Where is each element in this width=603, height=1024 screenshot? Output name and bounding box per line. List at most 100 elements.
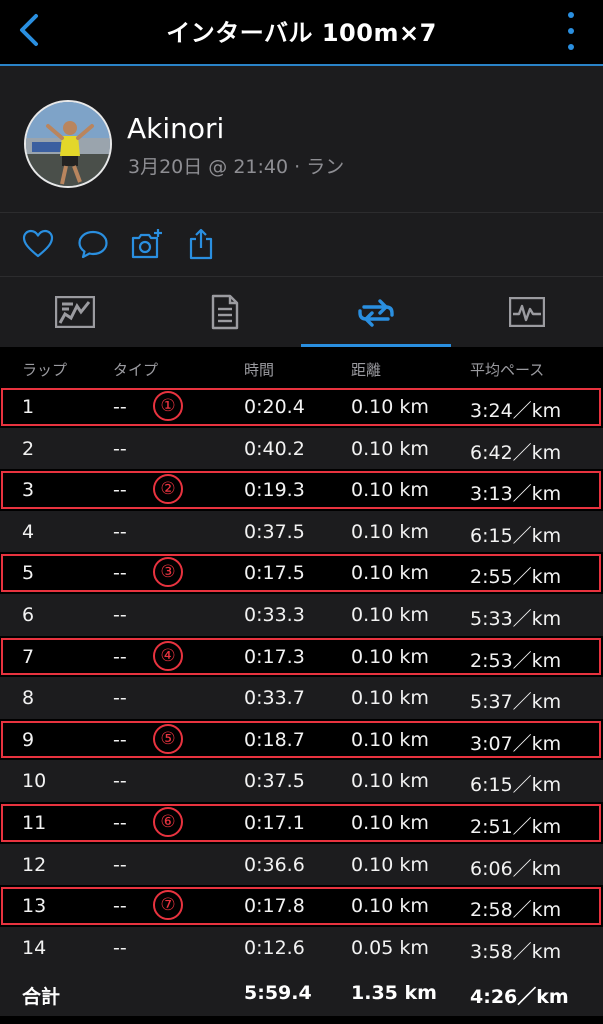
- share-button[interactable]: [184, 227, 218, 261]
- lap-type: --: [113, 645, 127, 668]
- tab-details[interactable]: [150, 277, 300, 347]
- interval-marker: ⑤: [153, 723, 183, 754]
- table-row[interactable]: 5 -- 0:17.5 0.10 km 2:55／km ③: [0, 552, 603, 594]
- details-list-icon: [211, 294, 239, 330]
- lap-number: 12: [22, 853, 47, 876]
- lap-distance: 0.10 km: [351, 562, 429, 585]
- column-header-time: 時間: [244, 361, 275, 379]
- lap-number: 5: [22, 562, 35, 585]
- interval-marker: ③: [153, 557, 183, 588]
- table-row[interactable]: 8 -- 0:33.7 0.10 km 5:37／km: [0, 677, 603, 719]
- lap-time: 0:37.5: [244, 520, 305, 543]
- activity-profile: Akinori 3月20日 @ 21:40 · ラン: [0, 66, 603, 213]
- lap-distance: 0.10 km: [351, 811, 429, 834]
- column-header-pace: 平均ペース: [470, 361, 545, 379]
- lap-pace: 5:37／km: [470, 691, 562, 714]
- heart-icon: [22, 229, 54, 258]
- lap-number: 6: [22, 603, 35, 626]
- table-row[interactable]: 2 -- 0:40.2 0.10 km 6:42／km: [0, 427, 603, 470]
- table-row[interactable]: 4 -- 0:37.5 0.10 km 6:15／km: [0, 510, 603, 553]
- lap-time: 0:18.7: [244, 728, 305, 751]
- lap-number: 3: [22, 479, 35, 502]
- more-vertical-icon: [568, 12, 574, 18]
- table-row[interactable]: 12 -- 0:36.6 0.10 km 6:06／km: [0, 843, 603, 886]
- table-row[interactable]: 3 -- 0:19.3 0.10 km 3:13／km ②: [0, 469, 603, 511]
- lap-number: 7: [22, 645, 35, 668]
- lap-type: --: [113, 895, 127, 918]
- lap-type: --: [113, 687, 127, 710]
- lap-time: 0:17.3: [244, 645, 305, 668]
- back-button[interactable]: [8, 8, 52, 52]
- column-header-lap: ラップ: [22, 361, 68, 379]
- lap-pace: 2:51／km: [470, 815, 562, 838]
- table-row[interactable]: 9 -- 0:18.7 0.10 km 3:07／km ⑤: [0, 718, 603, 761]
- lap-distance: 0.10 km: [351, 603, 429, 626]
- page-title: インターバル 100m×7: [166, 18, 437, 47]
- interval-marker: ②: [153, 474, 183, 505]
- table-row[interactable]: 11 -- 0:17.1 0.10 km 2:51／km ⑥: [0, 801, 603, 844]
- comment-button[interactable]: [76, 227, 110, 261]
- more-dot: [568, 44, 574, 50]
- column-header-type: タイプ: [113, 361, 159, 379]
- lap-pace: 3:24／km: [470, 400, 562, 422]
- interval-marker: ⑥: [153, 806, 183, 837]
- lap-distance: 0.10 km: [351, 687, 429, 710]
- lap-pace: 6:15／km: [470, 524, 562, 547]
- interval-marker: ①: [153, 391, 183, 421]
- table-row[interactable]: 7 -- 0:17.3 0.10 km 2:53／km ④: [0, 635, 603, 678]
- lap-pace: 3:07／km: [470, 732, 562, 755]
- lap-number: 2: [22, 437, 35, 460]
- table-row[interactable]: 14 -- 0:12.6 0.05 km 3:58／km: [0, 926, 603, 969]
- user-name[interactable]: Akinori: [127, 112, 224, 145]
- add-photo-button[interactable]: [130, 227, 164, 261]
- avatar[interactable]: [24, 100, 112, 188]
- table-row[interactable]: 6 -- 0:33.3 0.10 km 5:33／km: [0, 593, 603, 636]
- activity-tabs: [0, 277, 603, 347]
- lap-distance: 0.10 km: [351, 895, 429, 918]
- lap-number: 9: [22, 728, 35, 751]
- lap-type: --: [113, 520, 127, 543]
- lap-time: 0:33.7: [244, 687, 305, 710]
- total-label: 合計: [22, 986, 61, 1009]
- laps-icon: [358, 299, 394, 327]
- laps-table: ラップ タイプ 時間 距離 平均ペース 1 -- 0:20.4 0.10 km 3:24…: [0, 348, 603, 1017]
- lap-distance: 0.10 km: [351, 479, 429, 502]
- tab-summary[interactable]: [0, 277, 150, 347]
- table-row[interactable]: 10 -- 0:37.5 0.10 km 6:15／km: [0, 760, 603, 802]
- table-row[interactable]: 1 -- 0:20.4 0.10 km 3:24／km ①: [0, 386, 603, 428]
- add-photo-icon: [131, 229, 162, 259]
- lap-pace: 3:13／km: [470, 483, 562, 506]
- lap-time: 0:33.3: [244, 603, 305, 626]
- total-time: 5:59.4: [244, 982, 312, 1005]
- lap-type: --: [113, 437, 127, 460]
- lap-pace: 6:15／km: [470, 774, 562, 797]
- lap-number: 4: [22, 520, 35, 543]
- table-row[interactable]: 13 -- 0:17.8 0.10 km 2:58／km ⑦: [0, 885, 603, 927]
- lap-time: 0:36.6: [244, 853, 305, 876]
- chart-icon: [509, 297, 545, 327]
- interval-marker: ⑦: [153, 890, 183, 921]
- lap-distance: 0.10 km: [351, 645, 429, 668]
- top-bar: インターバル 100m×7: [0, 0, 603, 66]
- more-dot: [568, 28, 574, 34]
- lap-number: 13: [22, 895, 47, 918]
- lap-time: 0:17.8: [244, 895, 305, 918]
- lap-type: --: [113, 728, 127, 751]
- lap-type: --: [113, 811, 127, 834]
- lap-number: 1: [22, 396, 35, 418]
- lap-distance: 0.10 km: [351, 728, 429, 751]
- lap-type: --: [113, 853, 127, 876]
- total-pace: 4:26／km: [470, 986, 569, 1009]
- lap-distance: 0.10 km: [351, 437, 429, 460]
- more-options-button[interactable]: [561, 12, 581, 50]
- lap-distance: 0.05 km: [351, 936, 429, 959]
- lap-pace: 5:33／km: [470, 607, 562, 630]
- like-button[interactable]: [21, 227, 55, 261]
- lap-time: 0:17.1: [244, 811, 305, 834]
- tab-laps[interactable]: [301, 277, 451, 347]
- table-header: ラップ タイプ 時間 距離 平均ペース: [0, 348, 603, 386]
- table-body: 1 -- 0:20.4 0.10 km 3:24／km ① 2 -- 0:40.2 0.10 km…: [0, 386, 603, 969]
- tab-charts[interactable]: [452, 277, 602, 347]
- lap-number: 14: [22, 936, 47, 959]
- lap-type: --: [113, 562, 127, 585]
